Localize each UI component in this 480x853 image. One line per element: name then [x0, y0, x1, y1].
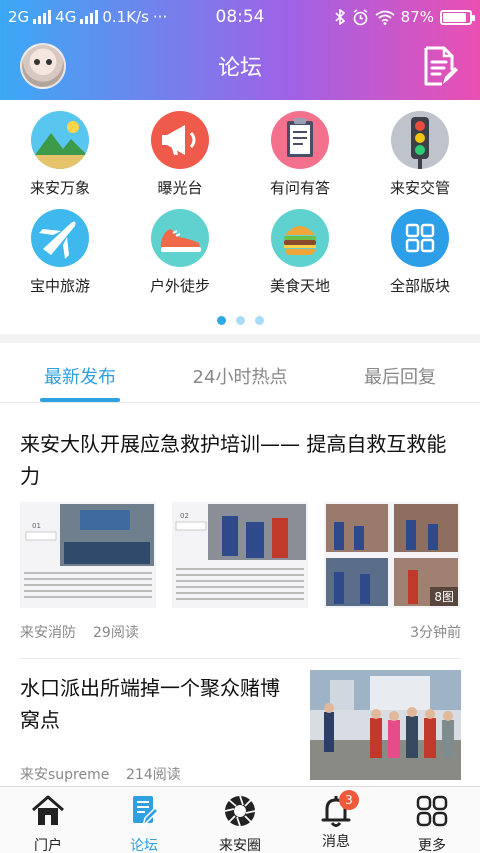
- post-thumbnail[interactable]: [310, 670, 461, 780]
- post-separator: [20, 658, 460, 659]
- tab-latest[interactable]: 最新发布: [0, 363, 160, 389]
- page-indicator: [0, 310, 480, 329]
- category-label: 宝中旅游: [29, 277, 90, 295]
- aperture-icon: [224, 795, 256, 827]
- tab-bar: 最新发布 24小时热点 最后回复: [0, 343, 480, 403]
- burger-icon: [271, 209, 329, 267]
- nav-messages[interactable]: 3 消息: [288, 787, 384, 853]
- clipboard-icon: [271, 111, 329, 169]
- page-dot[interactable]: [235, 316, 245, 325]
- nav-more[interactable]: 更多: [384, 787, 480, 853]
- post-title[interactable]: 水口派出所端掉一个聚众赌博窝点: [20, 672, 292, 736]
- message-count-badge: 3: [339, 790, 359, 810]
- post-reads: 29阅读: [93, 625, 139, 641]
- status-bar: 2G 4G 0.1K/s ··· 08:54 87%: [0, 0, 480, 34]
- post-title[interactable]: 来安大队开展应急救护培训—— 提高自救互救能力: [20, 428, 460, 492]
- nav-label: 论坛: [130, 838, 158, 853]
- landscape-icon: [31, 111, 89, 169]
- nav-label: 门户: [34, 838, 62, 853]
- category-item[interactable]: 户外徒步: [120, 206, 240, 302]
- status-right: 87%: [334, 8, 475, 26]
- nav-label: 来安圈: [219, 838, 261, 853]
- nav-label: 更多: [418, 838, 446, 853]
- nav-circle[interactable]: 来安圈: [192, 787, 288, 853]
- bluetooth-icon: [335, 9, 345, 25]
- svg-text:02: 02: [180, 512, 189, 520]
- post-author[interactable]: 来安消防: [20, 622, 76, 642]
- bell-icon-wrap: 3: [319, 790, 359, 828]
- category-item[interactable]: 来安万象: [0, 108, 120, 204]
- category-label: 曝光台: [157, 179, 203, 197]
- category-item[interactable]: 美食天地: [240, 206, 360, 302]
- active-tab-indicator: [40, 398, 120, 402]
- post-thumbnail[interactable]: 8图: [324, 502, 460, 608]
- category-item[interactable]: 有问有答: [240, 108, 360, 204]
- nav-forum[interactable]: 论坛: [96, 787, 192, 853]
- tab-24h-hot[interactable]: 24小时热点: [160, 363, 320, 389]
- sneaker-icon: [151, 209, 209, 267]
- grid-icon: [391, 209, 449, 267]
- compose-post-icon[interactable]: [422, 46, 458, 86]
- post-thumbnail[interactable]: 02: [172, 502, 308, 608]
- category-label: 户外徒步: [149, 277, 210, 295]
- category-item[interactable]: 来安交管: [360, 108, 480, 204]
- page-dot[interactable]: [254, 316, 264, 325]
- page-title: 论坛: [217, 56, 262, 81]
- battery-percent: 87%: [400, 8, 434, 26]
- post-reads: 214阅读: [126, 767, 181, 783]
- page-dot[interactable]: [216, 316, 226, 325]
- category-item[interactable]: 曝光台: [120, 108, 240, 204]
- traffic-light-icon: [391, 111, 449, 169]
- more-grid-icon: [416, 795, 448, 827]
- svg-text:01: 01: [32, 522, 41, 530]
- category-item[interactable]: 宝中旅游: [0, 206, 120, 302]
- forum-icon: [133, 796, 160, 829]
- nav-label: 消息: [322, 834, 350, 850]
- category-label: 有问有答: [269, 179, 330, 197]
- post-time: 3分钟前: [410, 625, 461, 641]
- megaphone-icon: [151, 111, 209, 169]
- app-header: 论坛: [0, 34, 480, 100]
- category-label: 美食天地: [269, 277, 330, 295]
- home-icon: [32, 795, 64, 825]
- battery-icon: [440, 9, 475, 25]
- category-item[interactable]: 全部版块: [360, 206, 480, 302]
- wifi-icon: [375, 10, 395, 25]
- post-thumbnails: 01 02 8图: [20, 502, 460, 608]
- tab-last-reply[interactable]: 最后回复: [320, 363, 480, 389]
- bottom-nav: 门户 论坛 来安圈 3 消息 更多: [0, 786, 480, 853]
- section-divider: [0, 334, 480, 343]
- alarm-icon: [353, 8, 368, 25]
- category-label: 全部版块: [389, 277, 450, 295]
- post-author[interactable]: 来安supreme: [20, 764, 109, 784]
- category-label: 来安交管: [389, 179, 450, 197]
- airplane-icon: [31, 209, 89, 267]
- nav-home[interactable]: 门户: [0, 787, 96, 853]
- post-thumbnail[interactable]: 01: [20, 502, 156, 608]
- top-bar: 2G 4G 0.1K/s ··· 08:54 87% 论坛: [0, 0, 480, 100]
- photo-count-badge: 8图: [430, 587, 458, 606]
- category-label: 来安万象: [29, 179, 90, 197]
